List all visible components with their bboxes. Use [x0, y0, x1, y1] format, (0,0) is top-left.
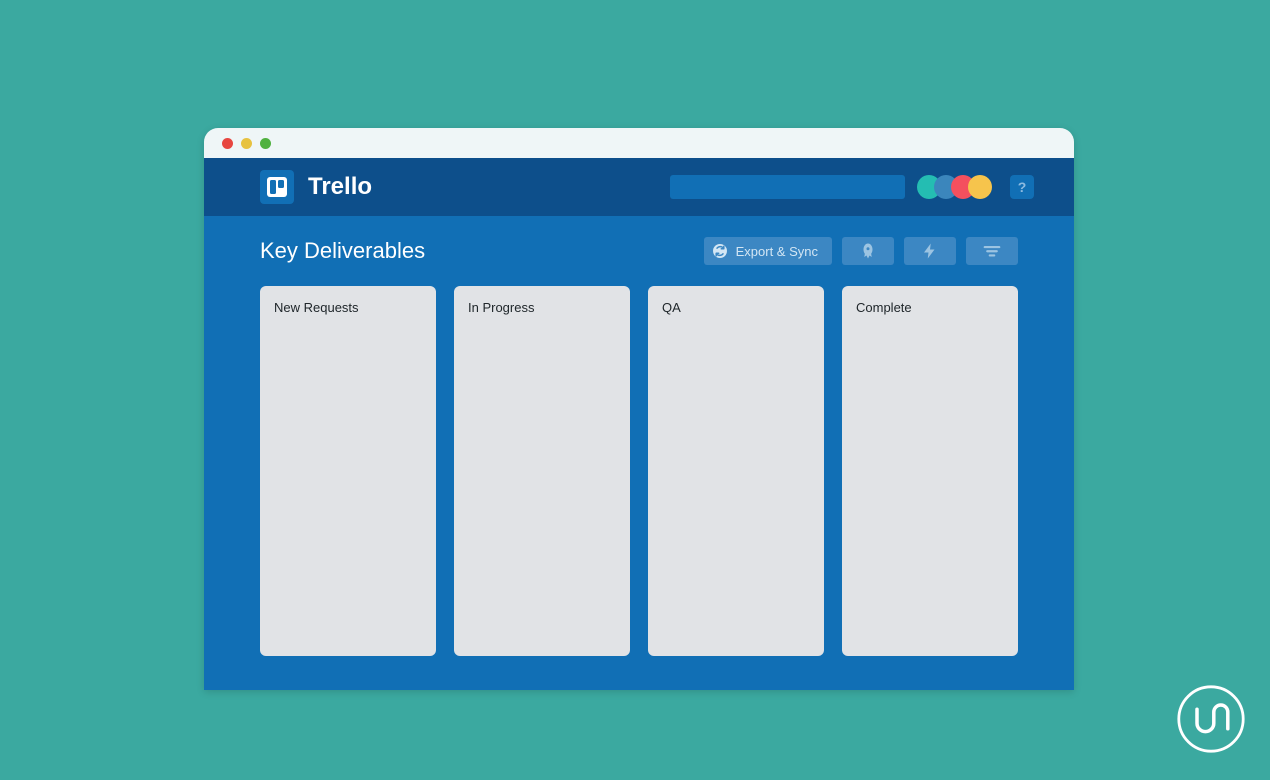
window-minimize-icon[interactable]	[241, 138, 252, 149]
sync-icon	[712, 243, 728, 259]
list-in-progress[interactable]: In Progress	[454, 286, 630, 656]
app-header: Trello ?	[204, 158, 1074, 216]
board-lists: New Requests In Progress QA Complete	[260, 286, 1018, 656]
board-title: Key Deliverables	[260, 238, 425, 264]
list-new-requests[interactable]: New Requests	[260, 286, 436, 656]
list-title: New Requests	[274, 300, 422, 315]
board-bar: Key Deliverables Export & Sync	[260, 216, 1018, 286]
list-qa[interactable]: QA	[648, 286, 824, 656]
help-button[interactable]: ?	[1010, 175, 1034, 199]
list-title: In Progress	[468, 300, 616, 315]
window-close-icon[interactable]	[222, 138, 233, 149]
lightning-icon	[921, 242, 939, 260]
member-avatars[interactable]	[917, 175, 992, 199]
board-area: Key Deliverables Export & Sync	[204, 216, 1074, 690]
help-icon: ?	[1018, 179, 1027, 195]
rocket-icon	[859, 242, 877, 260]
list-complete[interactable]: Complete	[842, 286, 1018, 656]
brand-label: Trello	[308, 173, 372, 201]
search-input[interactable]	[670, 175, 905, 199]
powerups-button[interactable]	[842, 237, 894, 265]
list-title: QA	[662, 300, 810, 315]
unito-watermark-icon	[1176, 684, 1246, 754]
board-tool-buttons: Export & Sync	[704, 237, 1018, 265]
app-window: Trello ? Key Deliverables	[204, 128, 1074, 690]
window-titlebar	[204, 128, 1074, 158]
export-label: Export & Sync	[736, 244, 818, 259]
window-maximize-icon[interactable]	[260, 138, 271, 149]
avatar[interactable]	[968, 175, 992, 199]
filter-button[interactable]	[966, 237, 1018, 265]
filter-icon	[982, 242, 1002, 260]
list-title: Complete	[856, 300, 1004, 315]
automation-button[interactable]	[904, 237, 956, 265]
trello-logo-icon[interactable]	[260, 170, 294, 204]
export-sync-button[interactable]: Export & Sync	[704, 237, 832, 265]
